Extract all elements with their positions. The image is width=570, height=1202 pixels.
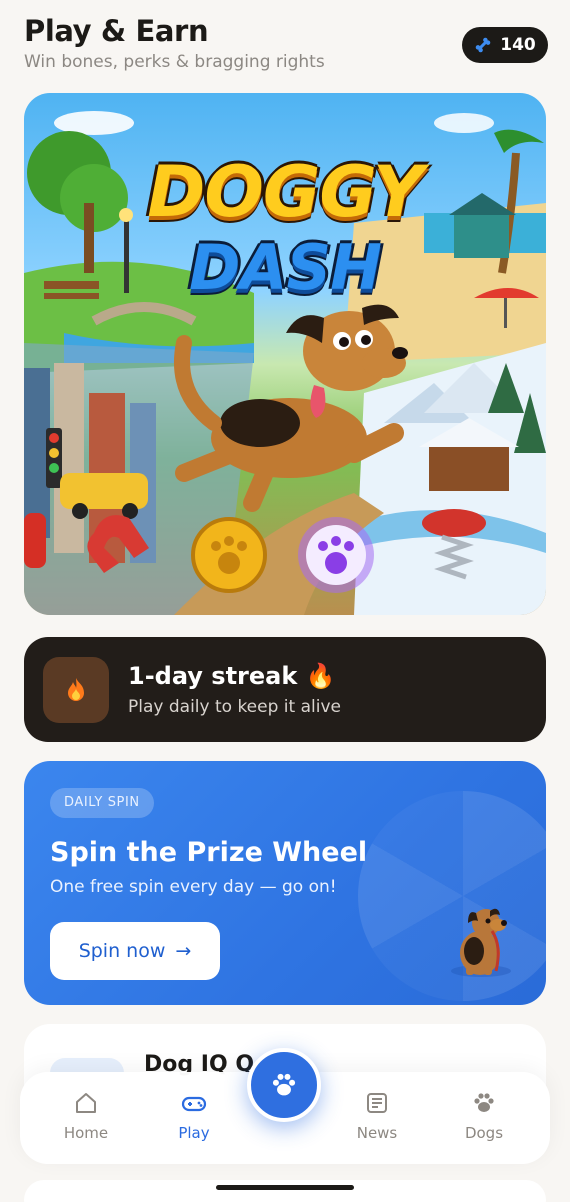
nav-news-label: News [356, 1124, 398, 1142]
arrow-right-icon: → [175, 940, 192, 962]
daily-spin-card: DAILY SPIN Spin the Prize Wheel One free… [24, 761, 546, 1005]
spin-title: Spin the Prize Wheel [50, 837, 368, 868]
bone-icon [474, 36, 492, 54]
streak-subtitle: Play daily to keep it alive [128, 697, 341, 717]
spin-now-button[interactable]: Spin now → [50, 922, 220, 980]
nav-play[interactable]: Play [149, 1090, 239, 1142]
streak-title: 1-day streak 🔥 [128, 662, 336, 690]
bones-count: 140 [500, 35, 536, 55]
page-header: Play & Earn Win bones, perks & bragging … [24, 14, 548, 84]
daily-spin-tag: DAILY SPIN [50, 788, 154, 818]
nav-dogs[interactable]: Dogs [439, 1090, 529, 1142]
gamepad-icon [181, 1096, 207, 1112]
bones-balance-badge[interactable]: 140 [462, 27, 548, 63]
paw-icon [474, 1093, 494, 1112]
streak-card[interactable]: 1-day streak 🔥 Play daily to keep it ali… [24, 637, 546, 742]
doggy-dash-game-banner[interactable]: DOGGY DASH [24, 93, 546, 615]
home-icon [76, 1093, 96, 1113]
nav-dogs-label: Dogs [464, 1124, 504, 1142]
game-title-line1: DOGGY [147, 151, 423, 233]
paw-icon [272, 1073, 296, 1096]
dog-illustration [451, 908, 511, 977]
nav-home[interactable]: Home [41, 1090, 131, 1142]
spin-now-label: Spin now [78, 940, 166, 962]
nav-play-label: Play [178, 1124, 210, 1142]
home-indicator[interactable] [216, 1185, 354, 1190]
spin-subtitle: One free spin every day — go on! [50, 877, 337, 897]
newspaper-icon [367, 1093, 387, 1113]
nav-home-label: Home [63, 1124, 109, 1142]
next-card-peek [24, 1180, 546, 1202]
center-paw-button[interactable] [247, 1048, 321, 1122]
flame-icon [43, 656, 109, 723]
nav-news[interactable]: News [332, 1090, 422, 1142]
game-title-line2: DASH [189, 231, 382, 304]
